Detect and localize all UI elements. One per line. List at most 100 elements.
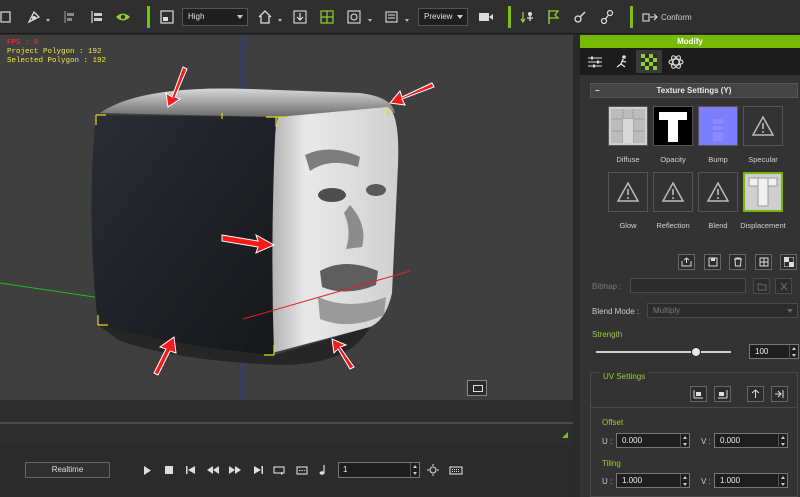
frame-number-input[interactable]: 1 <box>338 462 420 478</box>
texture-settings-header[interactable]: − Texture Settings (Y) <box>590 83 798 98</box>
next-frame-icon[interactable] <box>229 464 241 476</box>
blend-mode-value: Multiply <box>653 306 681 315</box>
texture-slot-reflection[interactable] <box>653 172 693 212</box>
flag-icon[interactable] <box>546 8 560 26</box>
go-to-end-icon[interactable] <box>253 464 263 476</box>
chevron-down-icon[interactable] <box>368 19 372 22</box>
warning-icon <box>661 181 685 202</box>
visibility-eye-icon[interactable] <box>115 8 131 26</box>
bitmap-clear-button <box>775 278 792 294</box>
delete-texture-button[interactable] <box>729 254 746 270</box>
strength-spinner[interactable] <box>789 345 798 359</box>
texture-slot-glow[interactable] <box>608 172 648 212</box>
chevron-down-icon[interactable] <box>278 19 282 22</box>
texture-channel-button[interactable] <box>780 254 797 270</box>
texture-slot-diffuse[interactable] <box>608 106 648 146</box>
wrench-settings-icon[interactable] <box>572 8 588 26</box>
timeline-track[interactable] <box>0 422 573 424</box>
texture-label-displacement: Displacement <box>740 221 786 230</box>
conform-label: Conform <box>661 12 692 22</box>
previous-frame-icon[interactable] <box>207 464 219 476</box>
play-icon[interactable] <box>142 464 152 476</box>
tab-motion[interactable] <box>609 50 635 73</box>
offset-u-value: 0.000 <box>622 436 643 445</box>
texture-slot-blend[interactable] <box>698 172 738 212</box>
tiling-u-input[interactable]: 1.000 <box>616 473 690 488</box>
collapse-icon[interactable]: − <box>595 84 600 97</box>
offset-v-value: 0.000 <box>720 436 741 445</box>
render-mode-value: Preview <box>424 12 453 21</box>
project-polygon-readout: Project Polygon : 192 <box>7 48 102 56</box>
align-group-icon[interactable] <box>90 8 104 26</box>
loop-icon[interactable] <box>273 464 285 476</box>
tiling-v-spinner[interactable] <box>778 474 787 488</box>
conform-button[interactable]: Conform <box>642 8 702 26</box>
clear-icon <box>780 282 787 290</box>
arrow-top-right <box>389 82 435 106</box>
texture-slot-specular[interactable] <box>743 106 783 146</box>
load-texture-button[interactable] <box>678 254 695 270</box>
edit-image-icon <box>759 257 768 267</box>
tiling-v-input[interactable]: 1.000 <box>714 473 788 488</box>
modify-panel: Modify − Texture Settings (Y) Diffuse Op… <box>580 35 800 497</box>
save-texture-button[interactable] <box>704 254 721 270</box>
panel-splitter[interactable] <box>573 35 580 497</box>
strength-slider-thumb[interactable] <box>690 347 701 357</box>
home-camera-icon[interactable] <box>257 8 273 26</box>
stop-icon[interactable] <box>164 464 174 476</box>
music-note-icon[interactable] <box>318 464 328 476</box>
flip-u-button[interactable] <box>690 386 707 402</box>
render-mode-dropdown[interactable]: Preview <box>418 8 468 26</box>
tiling-u-spinner[interactable] <box>680 474 689 488</box>
bitmap-path-field <box>630 278 746 293</box>
frame-spinner[interactable] <box>410 463 419 477</box>
rotate-uv-left-button[interactable] <box>747 386 764 402</box>
flip-v-button[interactable] <box>714 386 731 402</box>
viewport-stats: FPS : 0 Project Polygon : 192 Selected P… <box>7 39 106 66</box>
toolbar-separator <box>630 6 633 28</box>
strength-input[interactable]: 100 <box>749 344 799 359</box>
rotate-right-icon <box>775 390 784 398</box>
drop-to-floor-icon[interactable] <box>293 8 307 26</box>
timeline-area[interactable] <box>0 400 573 445</box>
offset-u-input[interactable]: 0.000 <box>616 433 690 448</box>
select-icon[interactable] <box>0 8 12 26</box>
align-left-icon[interactable] <box>63 8 77 26</box>
display-options-icon[interactable] <box>384 8 400 26</box>
trash-icon <box>733 257 742 267</box>
offset-v-input[interactable]: 0.000 <box>714 433 788 448</box>
viewport-layout-icon[interactable] <box>160 8 174 26</box>
go-to-start-icon[interactable] <box>185 464 195 476</box>
character-tool-icon[interactable] <box>520 8 536 26</box>
texture-slot-opacity[interactable] <box>653 106 693 146</box>
transform-tool-icon[interactable] <box>26 8 42 26</box>
sun-settings-icon[interactable] <box>427 464 439 476</box>
offset-v-spinner[interactable] <box>778 434 787 448</box>
quality-dropdown[interactable]: High <box>182 8 248 26</box>
sliders-icon <box>588 56 602 67</box>
playback-options-icon[interactable] <box>296 464 308 476</box>
texture-slot-displacement[interactable] <box>743 172 783 212</box>
chevron-down-icon[interactable] <box>405 19 409 22</box>
face-mouth <box>320 264 378 292</box>
offset-u-spinner[interactable] <box>680 434 689 448</box>
bitmap-label: Bitmap : <box>592 282 622 291</box>
displacement-thumbnail <box>748 177 778 207</box>
grid-snap-icon[interactable] <box>320 8 334 26</box>
link-physics-icon[interactable] <box>600 8 614 26</box>
chevron-down-icon[interactable] <box>46 19 50 22</box>
tab-physics[interactable] <box>663 50 689 73</box>
edit-texture-button[interactable] <box>755 254 772 270</box>
3d-viewport[interactable]: FPS : 0 Project Polygon : 192 Selected P… <box>0 35 573 400</box>
strength-slider-track[interactable] <box>596 351 731 353</box>
tab-attributes[interactable] <box>582 50 608 73</box>
video-camera-icon[interactable] <box>478 8 494 26</box>
keyboard-icon[interactable] <box>449 464 463 476</box>
viewport-info-button[interactable] <box>467 380 487 396</box>
texture-slot-bump[interactable] <box>698 106 738 146</box>
uv-settings-label: UV Settings <box>600 372 649 381</box>
rotate-uv-right-button[interactable] <box>771 386 788 402</box>
realtime-button[interactable]: Realtime <box>25 462 110 478</box>
tab-material[interactable] <box>636 50 662 73</box>
view-mode-icon[interactable] <box>347 8 363 26</box>
